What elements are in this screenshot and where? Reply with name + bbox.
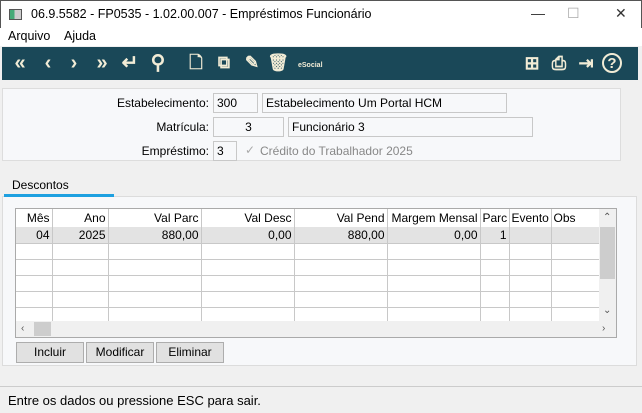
vertical-scroll-thumb[interactable] bbox=[600, 227, 615, 279]
maximize-button[interactable]: ☐ bbox=[567, 5, 580, 22]
esocial-button[interactable]: eSocial bbox=[298, 61, 323, 71]
search-icon[interactable]: ⚲ bbox=[146, 50, 170, 76]
col-ano[interactable]: Ano bbox=[52, 209, 109, 227]
cell-ano: 2025 bbox=[52, 227, 109, 244]
status-bar: Entre os dados ou pressione ESC para sai… bbox=[0, 386, 642, 413]
emprestimo-label: Empréstimo: bbox=[141, 144, 209, 158]
cell-val-desc: 0,00 bbox=[201, 227, 295, 244]
tab-descontos[interactable]: Descontos bbox=[4, 176, 114, 196]
next-icon[interactable]: › bbox=[62, 50, 86, 76]
last-icon[interactable]: » bbox=[90, 50, 114, 76]
menu-bar: Arquivo Ajuda bbox=[0, 28, 642, 46]
horizontal-scroll-thumb[interactable] bbox=[34, 322, 51, 336]
active-tab-indicator bbox=[4, 194, 114, 197]
vertical-scrollbar[interactable]: ⌃ ⌄ bbox=[599, 209, 616, 322]
modificar-button[interactable]: Modificar bbox=[86, 342, 154, 363]
col-obs[interactable]: Obs bbox=[551, 209, 601, 227]
cell-val-parc: 880,00 bbox=[108, 227, 202, 244]
status-text: Entre os dados ou pressione ESC para sai… bbox=[8, 393, 261, 408]
estabelecimento-code-input[interactable]: 300 bbox=[213, 93, 258, 113]
empty-row[interactable] bbox=[16, 291, 601, 308]
grid-header: Mês Ano Val Parc Val Desc Val Pend Marge… bbox=[16, 209, 601, 227]
emprestimo-code-input[interactable]: 3 bbox=[213, 141, 237, 161]
col-val-desc[interactable]: Val Desc bbox=[201, 209, 295, 227]
minimize-button[interactable]: — bbox=[531, 5, 545, 21]
col-margem-mensal[interactable]: Margem Mensal bbox=[387, 209, 481, 227]
credito-label: Crédito do Trabalhador 2025 bbox=[260, 144, 413, 158]
col-val-parc[interactable]: Val Parc bbox=[108, 209, 202, 227]
first-icon[interactable]: « bbox=[8, 50, 32, 76]
cell-mes: 04 bbox=[16, 227, 53, 244]
tree-icon[interactable]: ⊞ bbox=[520, 50, 544, 76]
cell-obs bbox=[551, 227, 601, 244]
col-parc[interactable]: Parc bbox=[480, 209, 510, 227]
horizontal-scrollbar[interactable]: ‹ › bbox=[16, 321, 616, 337]
empty-row[interactable] bbox=[16, 275, 601, 292]
exit-icon[interactable]: ⇥ bbox=[574, 50, 598, 76]
header-form: Estabelecimento: 300 Estabelecimento Um … bbox=[2, 88, 621, 161]
cell-val-pend: 880,00 bbox=[294, 227, 388, 244]
col-mes[interactable]: Mês bbox=[16, 209, 53, 227]
estabelecimento-name-field: Estabelecimento Um Portal HCM bbox=[262, 93, 507, 113]
previous-icon[interactable]: ‹ bbox=[36, 50, 60, 76]
estabelecimento-label: Estabelecimento: bbox=[116, 96, 209, 110]
eliminar-button[interactable]: Eliminar bbox=[156, 342, 224, 363]
print-icon[interactable]: ⎙ bbox=[547, 50, 571, 76]
matricula-code-input[interactable]: 3 bbox=[213, 117, 284, 137]
cell-parc: 1 bbox=[480, 227, 510, 244]
scroll-right-icon[interactable]: › bbox=[602, 323, 605, 334]
descontos-grid: Mês Ano Val Parc Val Desc Val Pend Marge… bbox=[15, 208, 617, 338]
table-row[interactable]: 04 2025 880,00 0,00 880,00 0,00 1 bbox=[16, 227, 601, 244]
cell-margem: 0,00 bbox=[387, 227, 481, 244]
scroll-left-icon[interactable]: ‹ bbox=[21, 323, 24, 334]
app-icon bbox=[9, 9, 22, 20]
incluir-button[interactable]: Incluir bbox=[16, 342, 84, 363]
scroll-up-icon[interactable]: ⌃ bbox=[603, 212, 611, 223]
copy-icon[interactable]: ⧉ bbox=[212, 50, 236, 76]
help-icon[interactable]: ? bbox=[602, 53, 622, 73]
menu-ajuda[interactable]: Ajuda bbox=[64, 29, 96, 43]
matricula-name-field: Funcionário 3 bbox=[288, 117, 533, 137]
scroll-down-icon[interactable]: ⌄ bbox=[603, 305, 611, 316]
matricula-label: Matrícula: bbox=[156, 120, 209, 134]
empty-row[interactable] bbox=[16, 243, 601, 260]
col-evento[interactable]: Evento bbox=[509, 209, 552, 227]
close-button[interactable]: ✕ bbox=[615, 5, 627, 22]
new-document-icon[interactable]: 🗋 bbox=[184, 50, 208, 76]
credito-checkbox[interactable]: ✓ bbox=[245, 143, 255, 157]
delete-icon[interactable]: 🗑 bbox=[266, 50, 290, 76]
window-title: 06.9.5582 - FP0535 - 1.02.00.007 - Empré… bbox=[31, 7, 372, 21]
cell-evento bbox=[509, 227, 552, 244]
empty-row[interactable] bbox=[16, 259, 601, 276]
col-val-pend[interactable]: Val Pend bbox=[294, 209, 388, 227]
menu-arquivo[interactable]: Arquivo bbox=[8, 29, 50, 43]
toolbar: « ‹ › » ↵ ⚲ 🗋 ⧉ ✎ 🗑 eSocial ⊞ ⎙ ⇥ ? bbox=[2, 47, 638, 80]
title-bar: 06.9.5582 - FP0535 - 1.02.00.007 - Empré… bbox=[0, 0, 642, 28]
tab-label: Descontos bbox=[12, 178, 69, 192]
return-icon[interactable]: ↵ bbox=[118, 50, 142, 76]
edit-icon[interactable]: ✎ bbox=[240, 50, 264, 76]
